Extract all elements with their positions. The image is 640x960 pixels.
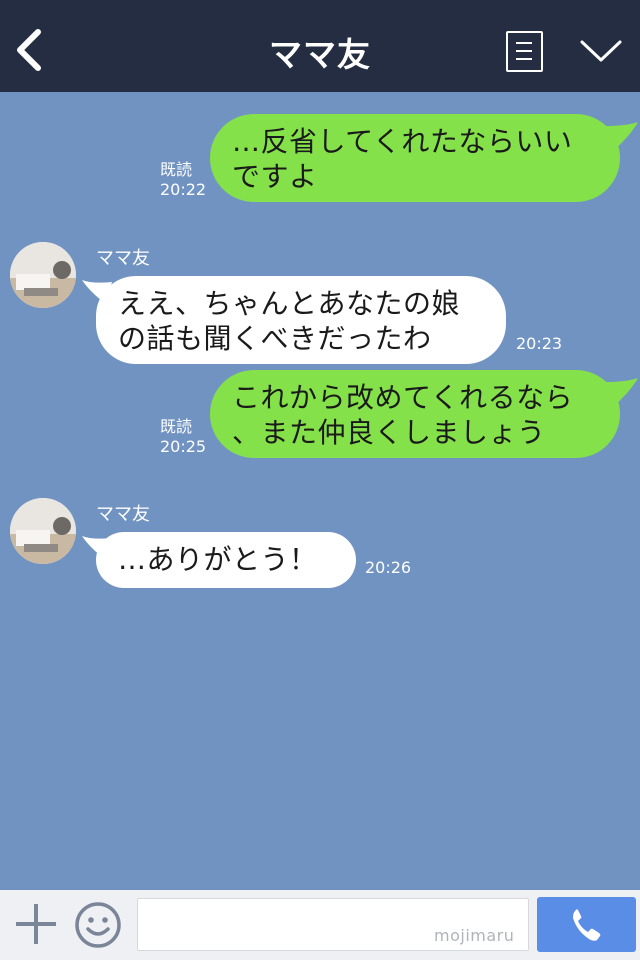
collapse-button[interactable] [578,36,624,66]
bubble-tail [606,122,638,150]
sender-name: ママ友 [96,248,150,269]
message-list[interactable]: 既読 20:22 …反省してくれたならいい ですよ ママ友 ええ、ちゃんとあなた… [0,92,640,890]
list-icon [516,42,532,44]
avatar-photo-icon [10,242,76,308]
menu-button[interactable] [506,31,543,72]
avatar[interactable] [10,242,76,308]
bubble-tail [606,378,638,406]
message-time: 20:22 [160,180,207,199]
message-time: 20:25 [160,437,207,456]
incoming-message-bubble[interactable]: ええ、ちゃんとあなたの娘 の話も聞くべきだったわ [96,276,506,364]
smiley-icon [75,902,121,948]
call-button[interactable] [537,897,636,952]
message-meta: 既読 20:22 [160,160,206,200]
message-time: 20:26 [365,558,412,577]
back-button[interactable] [10,26,50,74]
read-label: 既読 [160,160,193,179]
avatar[interactable] [10,498,76,564]
outgoing-message-bubble[interactable]: …反省してくれたならいい ですよ [210,114,620,202]
message-composer: mojimaru [0,890,640,960]
read-label: 既読 [160,417,193,436]
phone-icon [573,909,601,941]
chat-header: ママ友 [0,0,640,92]
add-button[interactable] [16,904,56,944]
watermark-text: mojimaru [434,926,515,945]
incoming-message-bubble[interactable]: …ありがとう！ [96,532,356,588]
chevron-down-icon [580,40,622,62]
chevron-left-icon [17,29,41,71]
outgoing-message-bubble[interactable]: これから改めてくれるなら 、また仲良くしましょう [210,370,620,458]
avatar-photo-icon [10,498,76,564]
sender-name: ママ友 [96,504,150,525]
chat-title: ママ友 [269,35,371,74]
message-time: 20:23 [516,334,563,353]
emoji-button[interactable] [74,901,122,949]
message-meta: 既読 20:25 [160,417,206,457]
